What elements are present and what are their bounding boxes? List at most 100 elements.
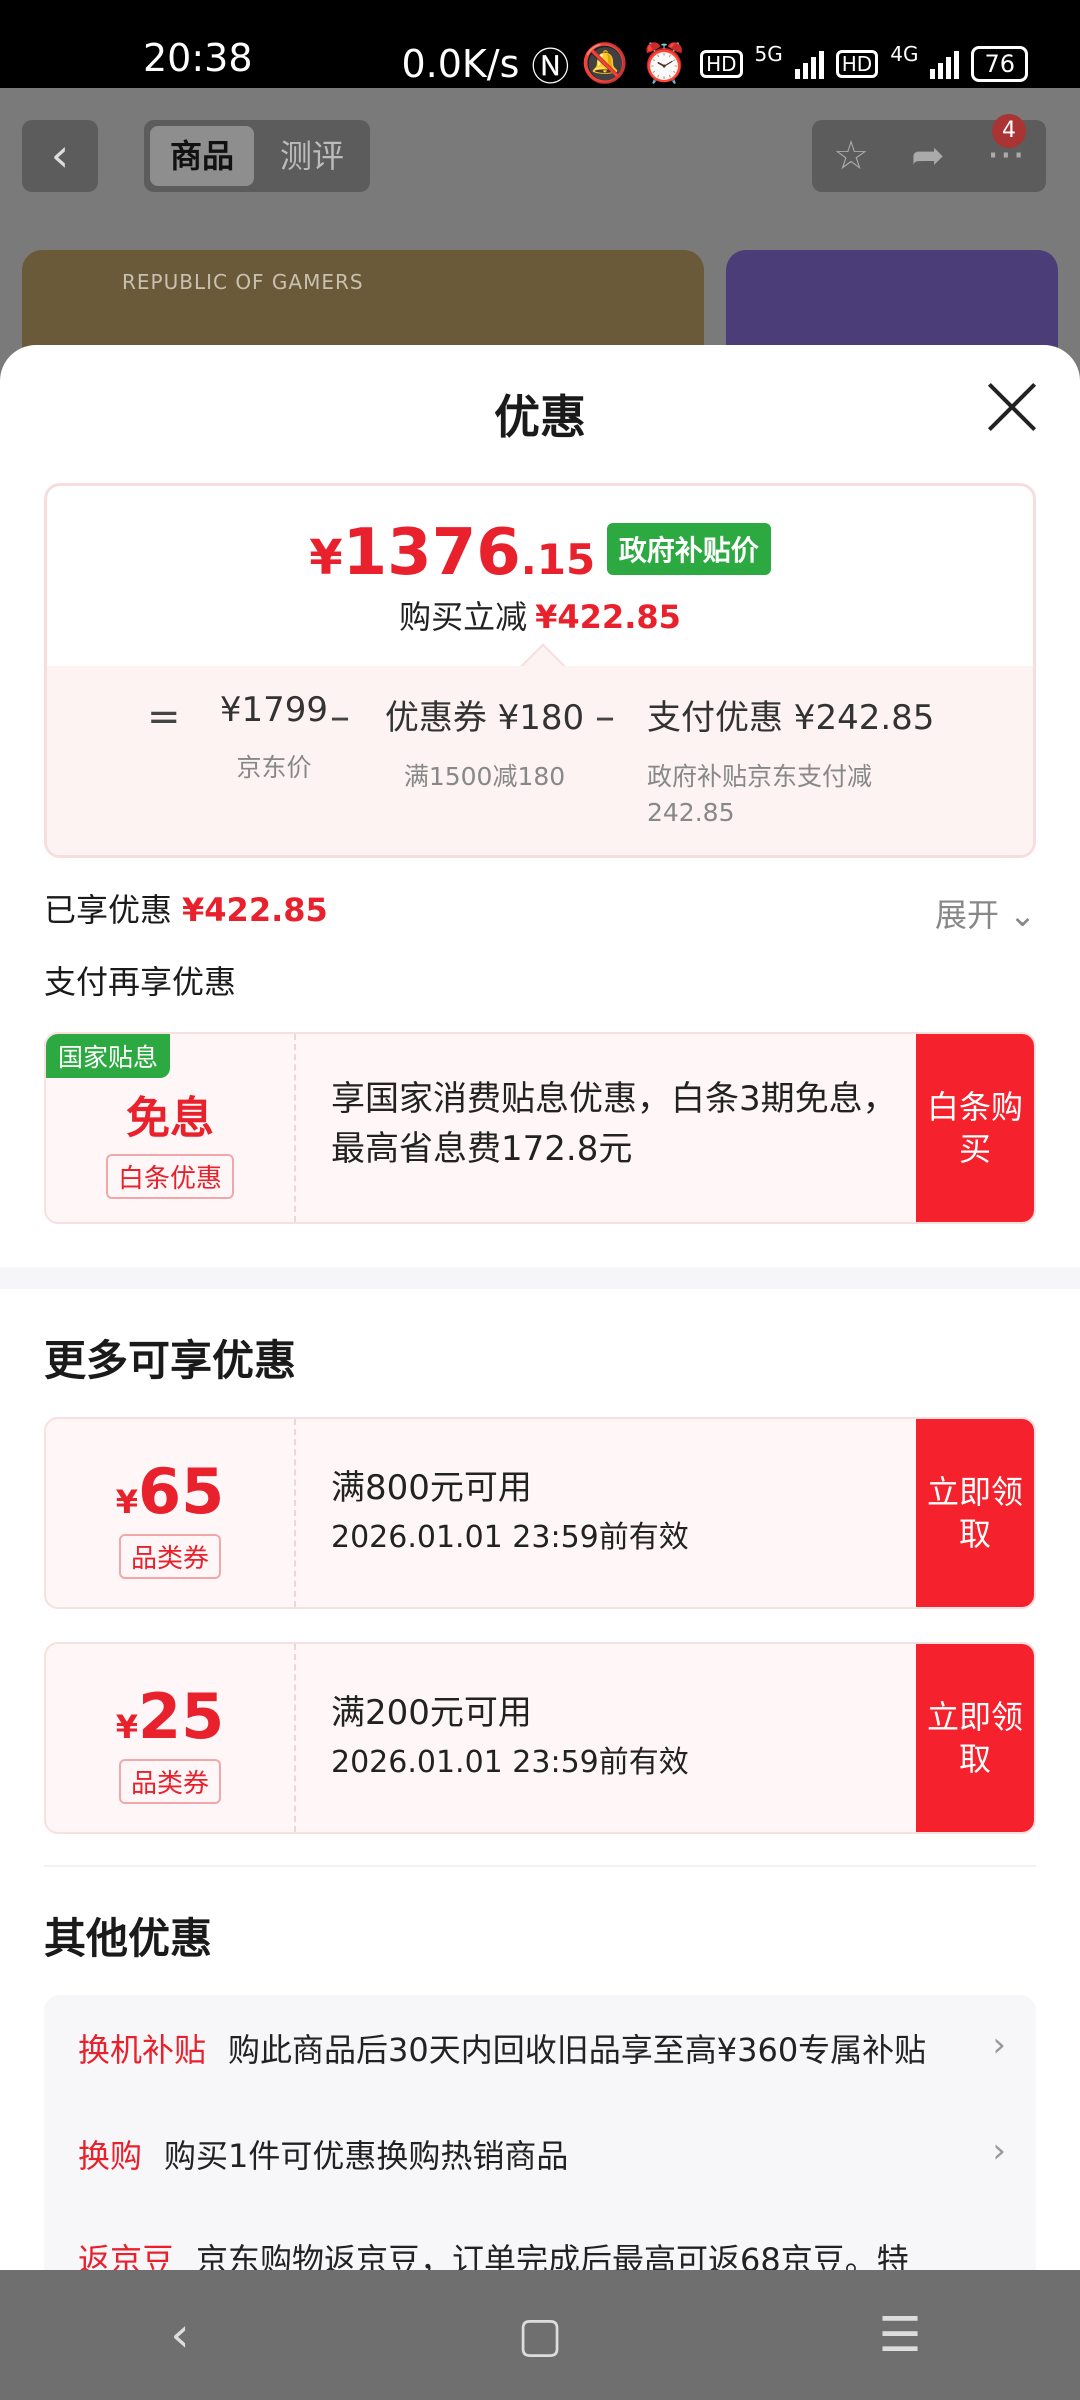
- list-item[interactable]: 换购 购买1件可优惠换购热销商品: [78, 2131, 568, 2177]
- price-currency: ¥: [309, 530, 343, 586]
- coupon-expiry: 2026.01.01 23:59前有效: [331, 1745, 689, 1780]
- final-price: ¥1376.15 政府补贴价: [47, 516, 1033, 590]
- coupon-info: 满200元可用 2026.01.01 23:59前有效: [331, 1688, 911, 1788]
- signal-4g-icon: 4G: [890, 41, 919, 66]
- message-badge: 4: [992, 114, 1026, 148]
- tab-goods[interactable]: 商品: [150, 126, 254, 186]
- coupon-amount: ¥25: [46, 1680, 294, 1753]
- enjoyed-discount: 已享优惠 ¥422.85: [44, 885, 328, 931]
- coupon-amount: ¥65: [46, 1455, 294, 1528]
- coupon-info: 满800元可用 2026.01.01 23:59前有效: [331, 1463, 911, 1563]
- coupon-value: 优惠券 ¥180: [384, 698, 585, 738]
- share-icon[interactable]: ➦: [911, 133, 945, 179]
- tab-review[interactable]: 测评: [260, 126, 364, 186]
- coupon-condition: 满800元可用: [331, 1468, 532, 1508]
- baitiao-tag: 白条优惠: [105, 1154, 234, 1199]
- coupon-label: 满1500减180: [403, 762, 566, 791]
- equals-sign: =: [147, 694, 181, 740]
- coupon-card: ¥65 品类券 满800元可用 2026.01.01 23:59前有效 立即领取: [44, 1417, 1036, 1609]
- other-text: 京东购物返京豆，订单完成后最高可返68京豆。特: [196, 2241, 909, 2270]
- enjoyed-amount: ¥422.85: [182, 891, 328, 929]
- more-discounts-title: 更多可享优惠: [44, 1336, 297, 1385]
- star-icon[interactable]: ☆: [833, 133, 869, 179]
- coupon-left: ¥25 品类券: [46, 1644, 296, 1832]
- other-text: 购买1件可优惠换购热销商品: [164, 2137, 569, 2175]
- top-tabs: 商品 测评: [144, 120, 370, 192]
- pay-value: 支付优惠 ¥242.85: [647, 698, 935, 738]
- coupon-type: 品类券: [118, 1534, 221, 1579]
- expand-button[interactable]: 展开 ⌄: [935, 890, 1036, 936]
- coupon-card: ¥25 品类券 满200元可用 2026.01.01 23:59前有效 立即领取: [44, 1642, 1036, 1834]
- chevron-right-icon[interactable]: ›: [992, 2131, 1006, 2171]
- nav-back-icon[interactable]: ‹: [80, 2307, 280, 2363]
- claim-coupon-button[interactable]: 立即领取: [916, 1419, 1034, 1607]
- coupon-value: 25: [137, 1680, 225, 1753]
- pay-label: 政府补贴京东支付减 242.85: [647, 762, 873, 827]
- jd-price: ¥1799 京东价: [199, 690, 349, 786]
- status-bar: 20:38 0.0K/s Ⓝ 🔕 ⏰ HD 5G HD 4G 76: [0, 0, 1080, 91]
- discount-sheet: 优惠 ¥1376.15 政府补贴价 购买立减 ¥422.85 = ¥1799 京东…: [0, 345, 1080, 2270]
- alarm-icon: ⏰: [640, 41, 689, 85]
- other-key: 返京豆: [78, 2241, 175, 2270]
- nfc-icon: Ⓝ: [531, 45, 570, 89]
- baitiao-buy-button[interactable]: 白条购买: [916, 1034, 1034, 1222]
- national-subsidy-tag: 国家贴息: [46, 1034, 171, 1078]
- top-actions: ☆ ➦ ··· 4: [812, 114, 1046, 192]
- enjoyed-label: 已享优惠: [44, 891, 173, 929]
- back-button[interactable]: ‹: [22, 120, 98, 192]
- banner-brand: REPUBLIC OF GAMERS: [122, 270, 364, 294]
- section-divider-2: [44, 1865, 1036, 1867]
- network-speed: 0.0K/s: [401, 41, 520, 86]
- reduce-line: 购买立减 ¥422.85: [47, 592, 1033, 638]
- signal-5g-icon: 5G: [754, 41, 783, 66]
- interest-left: 国家贴息 免息 白条优惠: [46, 1034, 296, 1222]
- claim-coupon-button[interactable]: 立即领取: [916, 1644, 1034, 1832]
- mute-icon: 🔕: [581, 41, 629, 85]
- coupon-left: ¥65 品类券: [46, 1419, 296, 1607]
- other-key: 换购: [78, 2137, 143, 2175]
- coupon-type: 品类券: [118, 1759, 221, 1804]
- battery-icon: 76: [971, 45, 1028, 82]
- coupon-condition: 满200元可用: [331, 1693, 532, 1733]
- coupon-currency: ¥: [115, 1483, 138, 1521]
- signal-bars-icon-2: [930, 49, 960, 79]
- other-discounts-list: 换机补贴 购此商品后30天内回收旧品享至高¥360专属补贴 › 换购 购买1件可优惠…: [44, 1995, 1036, 2270]
- other-text: 购此商品后30天内回收旧品享至高¥360专属补贴: [228, 2031, 927, 2069]
- coupon-discount: 优惠券 ¥180 满1500减180: [382, 690, 587, 795]
- price-breakdown: = ¥1799 京东价 – 优惠券 ¥180 满1500减180 – 支付优惠 …: [47, 666, 1033, 855]
- sheet-title: 优惠: [494, 390, 586, 444]
- section-divider: [0, 1267, 1080, 1289]
- pay-more-heading: 支付再享优惠: [44, 963, 237, 1001]
- price-summary: ¥1376.15 政府补贴价 购买立减 ¥422.85 = ¥1799 京东价 –…: [44, 483, 1036, 858]
- clock: 20:38: [143, 36, 253, 80]
- signal-bars-icon: [794, 49, 824, 79]
- list-item[interactable]: 返京豆 京东购物返京豆，订单完成后最高可返68京豆。特: [78, 2235, 909, 2270]
- hd-icon-2: HD: [835, 49, 879, 78]
- nav-menu-icon[interactable]: ☰: [800, 2307, 1000, 2363]
- hd-icon: HD: [700, 49, 743, 78]
- interest-free-card: 国家贴息 免息 白条优惠 享国家消费贴息优惠，白条3期免息，最高省息费172.8…: [44, 1032, 1036, 1224]
- list-item[interactable]: 换机补贴 购此商品后30天内回收旧品享至高¥360专属补贴: [78, 2025, 926, 2071]
- coupon-currency: ¥: [115, 1708, 138, 1746]
- interest-desc: 享国家消费贴息优惠，白条3期免息，最高省息费172.8元: [331, 1079, 897, 1169]
- jd-price-value: ¥1799: [219, 690, 329, 730]
- minus-sign-2: –: [595, 694, 615, 740]
- interest-free-title: 免息: [126, 1093, 214, 1144]
- gov-subsidy-tag: 政府补贴价: [606, 523, 771, 575]
- product-page-backdrop: ‹ 商品 测评 ☆ ➦ ··· 4 REPUBLIC OF GAMERS: [0, 88, 1080, 390]
- close-icon[interactable]: [986, 381, 1038, 433]
- nav-home-icon[interactable]: ▢: [440, 2307, 640, 2363]
- minus-sign-1: –: [330, 694, 350, 740]
- coupon-expiry: 2026.01.01 23:59前有效: [331, 1520, 689, 1555]
- chevron-right-icon[interactable]: ›: [992, 2025, 1006, 2065]
- price-integer: 1376: [342, 516, 521, 590]
- jd-price-label: 京东价: [236, 753, 312, 782]
- pay-discount: 支付优惠 ¥242.85 政府补贴京东支付减 242.85: [647, 690, 947, 831]
- reduce-amount: ¥422.85: [535, 598, 681, 636]
- status-icons: 0.0K/s Ⓝ 🔕 ⏰ HD 5G HD 4G 76: [401, 36, 1028, 91]
- other-discounts-title: 其他优惠: [44, 1914, 213, 1963]
- coupon-value: 65: [137, 1455, 225, 1528]
- reduce-label: 购买立减: [399, 598, 528, 636]
- other-key: 换机补贴: [78, 2031, 207, 2069]
- price-decimal: .15: [520, 535, 596, 584]
